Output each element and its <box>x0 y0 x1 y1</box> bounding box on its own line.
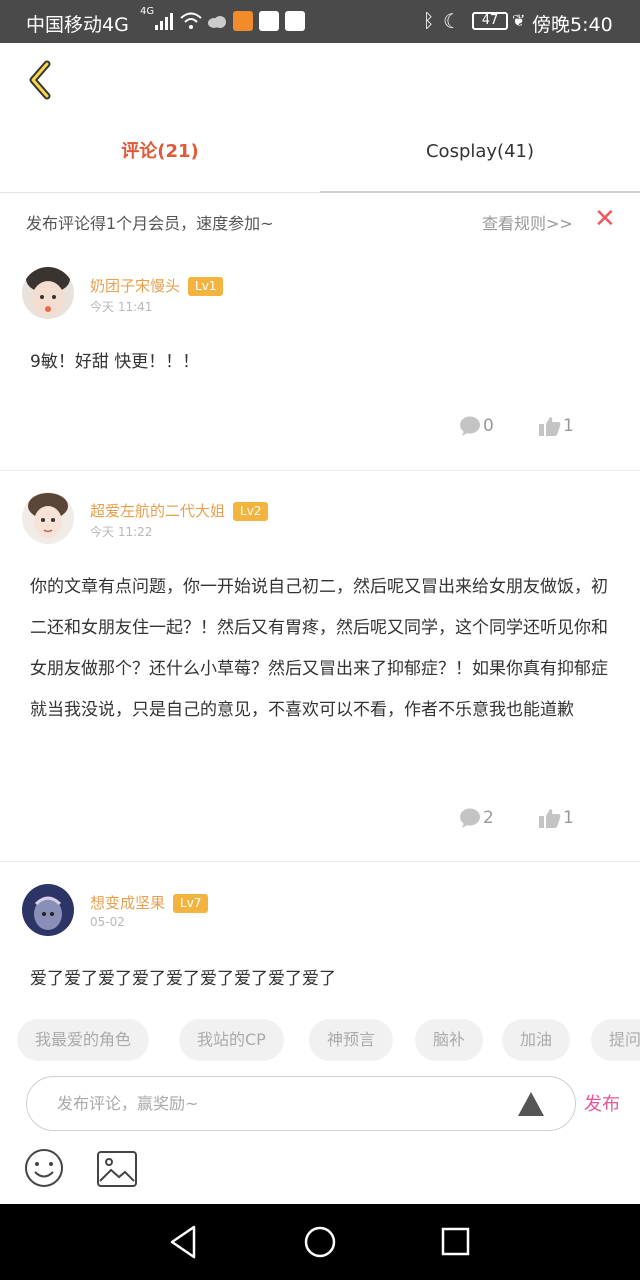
close-icon[interactable]: ✕ <box>594 204 616 234</box>
nav-recents-icon[interactable] <box>440 1224 470 1260</box>
comment-item: 超爱左航的二代大姐 Lv2 今天 11:22 你的文章有点问题，你一开始说自己初二… <box>0 471 640 862</box>
comment-text: 你的文章有点问题，你一开始说自己初二，然后呢又冒出来给女朋友做饭，初二还和女朋友… <box>30 577 608 720</box>
comment-time: 今天 11:41 <box>90 300 153 314</box>
avatar[interactable] <box>22 267 74 319</box>
chevron-left-icon <box>29 60 51 100</box>
quick-chip[interactable]: 提问 <box>591 1019 640 1061</box>
avatar[interactable] <box>22 884 74 936</box>
triangle-up-icon[interactable] <box>517 1091 545 1117</box>
comment-bubble-icon <box>460 808 480 828</box>
comment-time: 05-02 <box>90 915 125 929</box>
nav-back-icon[interactable] <box>168 1224 198 1260</box>
network-type-label: 4G <box>140 6 155 17</box>
comment-item: 想变成坚果 Lv7 05-02 爱了爱了爱了爱了爱了爱了爱了爱了爱了 <box>0 862 640 1012</box>
like-count: 1 <box>563 808 574 828</box>
quick-chip[interactable]: 我最爱的角色 <box>17 1019 150 1061</box>
quick-chip[interactable]: 加油 <box>502 1019 571 1061</box>
comment-text: 爱了爱了爱了爱了爱了爱了爱了爱了爱了 <box>30 969 336 989</box>
view-rules-link[interactable]: 查看规则>> <box>482 210 573 234</box>
cloud-icon <box>208 16 226 28</box>
wifi-icon <box>180 12 202 29</box>
username[interactable]: 想变成坚果 <box>90 894 165 912</box>
carrier-label: 中国移动4G <box>26 14 129 36</box>
reply-button[interactable]: 0 <box>459 416 494 436</box>
comment-composer <box>26 1076 576 1131</box>
username[interactable]: 奶团子宋慢头 <box>90 277 180 295</box>
like-count: 1 <box>563 416 574 436</box>
comment-input[interactable] <box>57 1077 497 1130</box>
username[interactable]: 超爱左航的二代大姐 <box>90 502 225 520</box>
battery-icon: 47 <box>472 12 508 30</box>
app-notification-icon <box>285 11 305 31</box>
like-button[interactable]: 1 <box>539 416 574 436</box>
bluetooth-icon: ᛒ <box>423 10 435 32</box>
level-badge: Lv1 <box>188 277 224 296</box>
comment-text: 9敏！好甜 快更！！！ <box>30 352 200 372</box>
app-notification-icon <box>233 11 253 31</box>
clock-time: 傍晚5:40 <box>532 14 613 36</box>
reply-count: 0 <box>483 416 494 436</box>
comment-time: 今天 11:22 <box>90 525 153 539</box>
nav-home-icon[interactable] <box>304 1224 336 1260</box>
image-icon[interactable] <box>97 1151 137 1187</box>
comment-item: 奶团子宋慢头 Lv1 今天 11:41 9敏！好甜 快更！！！ 0 1 <box>0 246 640 471</box>
signal-icon <box>155 13 173 30</box>
tab-comments[interactable]: 评论(21) <box>0 118 320 193</box>
tab-cosplay[interactable]: Cosplay(41) <box>320 118 640 193</box>
level-badge: Lv7 <box>173 894 209 913</box>
quick-chip[interactable]: 神预言 <box>309 1019 394 1061</box>
reply-button[interactable]: 2 <box>459 808 494 828</box>
moon-icon: ☾ <box>443 9 461 33</box>
quick-chip[interactable]: 我站的CP <box>179 1019 284 1061</box>
back-button[interactable] <box>18 56 62 104</box>
reply-count: 2 <box>483 808 494 828</box>
tab-bar: 评论(21) Cosplay(41) <box>0 118 640 193</box>
notice-text: 发布评论得1个月会员，速度参加~ <box>26 214 274 233</box>
quick-chip[interactable]: 脑补 <box>415 1019 484 1061</box>
promo-notice: 发布评论得1个月会员，速度参加~ 查看规则>> ✕ <box>0 194 640 246</box>
like-button[interactable]: 1 <box>539 808 574 828</box>
thumbs-up-icon <box>539 417 561 436</box>
quick-reply-chips: 我最爱的角色 我站的CP 神预言 脑补 加油 提问 <box>0 1012 640 1068</box>
comment-bubble-icon <box>460 416 480 436</box>
system-nav-bar <box>0 1204 640 1280</box>
publish-button[interactable]: 发布 <box>584 1090 620 1116</box>
level-badge: Lv2 <box>233 502 269 521</box>
smiley-icon[interactable] <box>24 1148 64 1188</box>
app-notification-icon <box>259 11 279 31</box>
leaf-icon: ❦ <box>512 11 526 30</box>
avatar[interactable] <box>22 492 74 544</box>
status-bar: 中国移动4G 4G ᛒ ☾ 47 ❦ 傍晚5:40 <box>0 0 640 43</box>
thumbs-up-icon <box>539 809 561 828</box>
